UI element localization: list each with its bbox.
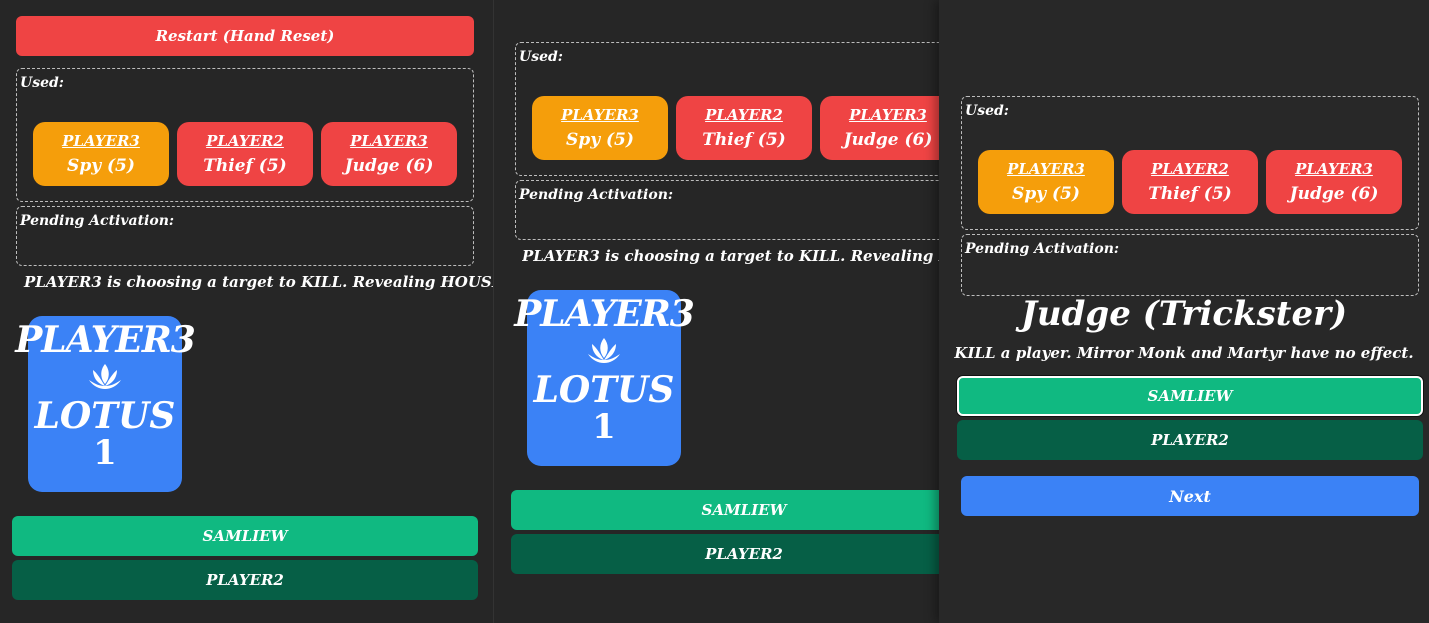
used-card[interactable]: PLAYER3 Judge (6)	[321, 122, 457, 186]
used-label: Used:	[20, 75, 64, 91]
target-button-player2[interactable]: PLAYER2	[957, 420, 1423, 460]
used-cards-box: Used: PLAYER3 Spy (5) PLAYER2 Thief (5) …	[961, 96, 1419, 230]
pending-activation-box: Pending Activation:	[515, 180, 940, 240]
card-role: Spy (5)	[67, 156, 135, 176]
card-role: Judge (6)	[1289, 184, 1379, 204]
house-card-number: 1	[93, 433, 117, 473]
game-panel-left: Restart (Hand Reset) Used: PLAYER3 Spy (…	[0, 0, 494, 623]
house-card-house: LOTUS	[533, 369, 675, 411]
card-owner: PLAYER3	[1295, 160, 1373, 178]
restart-button[interactable]: Restart (Hand Reset)	[16, 16, 474, 56]
target-button-samliew[interactable]: SAMLIEW	[957, 376, 1423, 416]
house-card-player: PLAYER3	[514, 293, 695, 335]
lotus-icon	[87, 362, 123, 396]
card-owner: PLAYER3	[849, 106, 927, 124]
lotus-icon	[586, 336, 622, 370]
card-owner: PLAYER2	[705, 106, 783, 124]
used-label: Used:	[965, 103, 1009, 119]
status-message: PLAYER3 is choosing a target to KILL. Re…	[24, 273, 493, 291]
used-card[interactable]: PLAYER3 Judge (6)	[820, 96, 940, 160]
used-card[interactable]: PLAYER2 Thief (5)	[177, 122, 313, 186]
card-role: Spy (5)	[566, 130, 634, 150]
house-card: PLAYER3 LOTUS 1	[15, 316, 196, 492]
pending-label: Pending Activation:	[519, 187, 674, 203]
next-button[interactable]: Next	[961, 476, 1419, 516]
target-button-samliew[interactable]: SAMLIEW	[12, 516, 478, 556]
card-role: Judge (6)	[344, 156, 434, 176]
pending-activation-box: Pending Activation:	[961, 234, 1419, 296]
house-card: PLAYER3 LOTUS 1	[514, 290, 695, 466]
card-owner: PLAYER3	[1007, 160, 1085, 178]
card-owner: PLAYER2	[206, 132, 284, 150]
pending-label: Pending Activation:	[20, 213, 175, 229]
game-panel-middle: Used: PLAYER3 Spy (5) PLAYER2 Thief (5) …	[494, 0, 940, 623]
target-button-samliew[interactable]: SAMLIEW	[511, 490, 940, 530]
pending-activation-box: Pending Activation:	[16, 206, 474, 266]
used-cards-box: Used: PLAYER3 Spy (5) PLAYER2 Thief (5) …	[515, 42, 940, 176]
used-card[interactable]: PLAYER2 Thief (5)	[676, 96, 812, 160]
house-card-house: LOTUS	[34, 395, 176, 437]
role-description: KILL a player. Mirror Monk and Martyr ha…	[954, 344, 1414, 362]
role-title: Judge (Trickster)	[1020, 294, 1348, 334]
card-role: Spy (5)	[1012, 184, 1080, 204]
card-owner: PLAYER3	[62, 132, 140, 150]
house-card-player: PLAYER3	[15, 319, 196, 361]
house-card-number: 1	[592, 407, 616, 447]
used-card[interactable]: PLAYER3 Spy (5)	[532, 96, 668, 160]
used-card[interactable]: PLAYER3 Spy (5)	[33, 122, 169, 186]
card-role: Thief (5)	[203, 156, 287, 176]
used-card[interactable]: PLAYER2 Thief (5)	[1122, 150, 1258, 214]
used-card[interactable]: PLAYER3 Spy (5)	[978, 150, 1114, 214]
game-panel-right: Used: PLAYER3 Spy (5) PLAYER2 Thief (5) …	[939, 0, 1429, 623]
used-cards-box: Used: PLAYER3 Spy (5) PLAYER2 Thief (5) …	[16, 68, 474, 202]
card-role: Judge (6)	[843, 130, 933, 150]
target-button-player2[interactable]: PLAYER2	[511, 534, 940, 574]
card-role: Thief (5)	[1148, 184, 1232, 204]
status-message: PLAYER3 is choosing a target to KILL. Re…	[522, 247, 940, 265]
used-label: Used:	[519, 49, 563, 65]
card-owner: PLAYER3	[350, 132, 428, 150]
card-owner: PLAYER2	[1151, 160, 1229, 178]
pending-label: Pending Activation:	[965, 241, 1120, 257]
target-button-player2[interactable]: PLAYER2	[12, 560, 478, 600]
card-owner: PLAYER3	[561, 106, 639, 124]
card-role: Thief (5)	[702, 130, 786, 150]
used-card[interactable]: PLAYER3 Judge (6)	[1266, 150, 1402, 214]
